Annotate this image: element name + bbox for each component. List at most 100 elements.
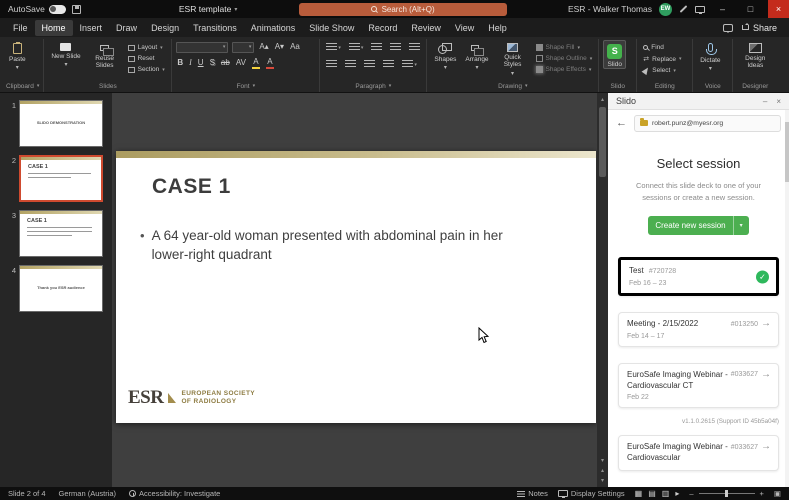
open-session-arrow-icon[interactable]: →	[761, 369, 771, 380]
align-right-button[interactable]	[362, 59, 377, 69]
scrollbar-thumb[interactable]	[599, 107, 606, 177]
select-button[interactable]: Select ▾	[641, 65, 683, 76]
panel-scrollbar[interactable]	[785, 110, 789, 487]
section-button[interactable]: Section ▾	[126, 65, 167, 74]
panel-minimize-icon[interactable]: –	[763, 97, 767, 106]
menu-design[interactable]: Design	[144, 20, 186, 36]
font-color-button[interactable]: A	[265, 57, 275, 69]
avatar[interactable]: EW	[659, 2, 673, 16]
create-button-label[interactable]: Create new session	[648, 216, 732, 235]
share-button[interactable]: Share	[741, 23, 777, 33]
slide-sorter-button[interactable]: ▤	[648, 489, 656, 498]
increase-font-button[interactable]: A▴	[258, 43, 269, 51]
slideshow-button[interactable]: ▸	[675, 489, 679, 498]
indent-decrease-button[interactable]	[369, 42, 384, 52]
align-left-button[interactable]	[324, 59, 339, 69]
reading-view-button[interactable]: ▥	[662, 489, 670, 498]
panel-scrollbar-thumb[interactable]	[785, 122, 789, 182]
thumbnail-preview[interactable]: SLIDO DEMONSTRATION	[19, 100, 103, 147]
dialog-launcher-icon[interactable]: ▾	[525, 83, 528, 89]
zoom-slider[interactable]	[698, 490, 755, 497]
menu-draw[interactable]: Draw	[109, 20, 144, 36]
italic-button[interactable]: I	[188, 59, 193, 67]
slide-title[interactable]: CASE 1	[152, 175, 231, 199]
thumbnail-preview[interactable]: Thank you ESR audience	[19, 265, 103, 312]
user-name[interactable]: ESR - Walker Thomas	[568, 4, 652, 14]
account-selector[interactable]: robert.punz@myesr.org	[634, 114, 781, 132]
character-spacing-button[interactable]: AV	[235, 59, 247, 67]
font-size-select[interactable]: ▾	[232, 41, 255, 53]
panel-close-icon[interactable]: ×	[776, 97, 781, 106]
menu-review[interactable]: Review	[404, 20, 448, 36]
scroll-up-icon[interactable]: ▴	[601, 95, 604, 104]
accessibility-status[interactable]: Accessibility: Investigate	[129, 489, 220, 498]
scroll-down-icon[interactable]: ▾	[601, 456, 604, 465]
session-card-meeting[interactable]: Meeting - 2/15/2022 Feb 14 – 17 #013250 …	[618, 312, 779, 347]
zoom-control[interactable]: – +	[689, 489, 764, 498]
paste-button[interactable]: Paste ▾	[6, 40, 29, 72]
toggle-switch-icon[interactable]	[48, 4, 66, 14]
document-title[interactable]: ESR template ▾	[179, 4, 237, 14]
language-indicator[interactable]: German (Austria)	[59, 489, 117, 498]
shape-effects-button[interactable]: Shape Effects ▾	[534, 65, 595, 74]
bullets-button[interactable]: ▾	[324, 42, 343, 52]
bullet-text[interactable]: A 64 year-old woman presented with abdom…	[152, 227, 536, 265]
design-ideas-button[interactable]: Design Ideas	[737, 40, 773, 70]
monitor-icon[interactable]	[695, 5, 706, 14]
minimize-button[interactable]: –	[712, 0, 733, 18]
align-center-button[interactable]	[343, 59, 358, 69]
quick-styles-button[interactable]: Quick Styles ▾	[495, 40, 531, 78]
dialog-launcher-icon[interactable]: ▾	[253, 83, 256, 89]
highlight-color-button[interactable]: A	[251, 57, 261, 69]
zoom-out-button[interactable]: –	[689, 489, 693, 498]
open-session-arrow-icon[interactable]: →	[761, 442, 771, 452]
text-shadow-button[interactable]: S	[209, 59, 216, 67]
comments-icon[interactable]	[722, 23, 733, 33]
chevron-down-icon[interactable]: ▾	[732, 216, 749, 236]
shapes-button[interactable]: Shapes ▾	[431, 40, 459, 72]
thumbnail-slide-2[interactable]: 2 CASE 1	[0, 155, 108, 202]
change-case-button[interactable]: Aa	[289, 43, 301, 51]
numbering-button[interactable]: ▾	[347, 42, 366, 52]
close-button[interactable]: ×	[768, 0, 789, 18]
session-card-eurosafe-1[interactable]: EuroSafe Imaging Webinar - Cardiovascula…	[618, 362, 779, 409]
dialog-launcher-icon[interactable]: ▾	[37, 83, 40, 89]
autosave-toggle[interactable]: AutoSave	[8, 4, 66, 14]
slido-button[interactable]: S Slido	[603, 40, 627, 70]
slide-indicator[interactable]: Slide 2 of 4	[8, 489, 46, 498]
bold-button[interactable]: B	[176, 59, 184, 67]
slide-body-text[interactable]: • A 64 year-old woman presented with abd…	[140, 227, 536, 265]
restore-button[interactable]: □	[740, 0, 761, 18]
dictate-button[interactable]: Dictate ▾	[697, 40, 723, 73]
justify-button[interactable]	[381, 59, 396, 69]
slide-canvas[interactable]: CASE 1 • A 64 year-old woman presented w…	[112, 93, 608, 487]
columns-button[interactable]: ▾	[400, 59, 419, 69]
zoom-slider-knob[interactable]	[724, 490, 728, 497]
session-card-test[interactable]: Test #720728 Feb 16 – 23 ✓	[618, 257, 779, 297]
menu-insert[interactable]: Insert	[73, 20, 110, 36]
underline-button[interactable]: U	[197, 59, 205, 67]
session-card-eurosafe-2[interactable]: EuroSafe Imaging Webinar - Cardiovascula…	[618, 435, 779, 472]
open-session-arrow-icon[interactable]: →	[761, 319, 771, 329]
save-icon[interactable]	[71, 4, 81, 14]
new-slide-button[interactable]: New Slide ▾	[48, 40, 83, 69]
strikethrough-button[interactable]: ab	[220, 59, 231, 67]
layout-button[interactable]: Layout ▾	[126, 43, 167, 52]
display-settings-button[interactable]: Display Settings	[557, 489, 625, 498]
menu-help[interactable]: Help	[481, 20, 514, 36]
thumbnail-slide-4[interactable]: 4 Thank you ESR audience	[0, 265, 108, 312]
fit-slide-button[interactable]: ▣	[774, 489, 781, 498]
dialog-launcher-icon[interactable]: ▾	[389, 83, 392, 89]
menu-transitions[interactable]: Transitions	[186, 20, 244, 36]
previous-slide-button[interactable]: ▴	[601, 466, 604, 475]
line-spacing-button[interactable]	[407, 42, 422, 52]
shape-outline-button[interactable]: Shape Outline ▾	[534, 54, 595, 63]
indent-increase-button[interactable]	[388, 42, 403, 52]
shape-fill-button[interactable]: Shape Fill ▾	[534, 43, 595, 52]
font-name-select[interactable]: ▾	[176, 41, 229, 53]
menu-animations[interactable]: Animations	[244, 20, 303, 36]
menu-home[interactable]: Home	[34, 19, 73, 36]
menu-file[interactable]: File	[6, 20, 35, 36]
current-slide[interactable]: CASE 1 • A 64 year-old woman presented w…	[116, 151, 596, 423]
normal-view-button[interactable]: ▦	[635, 489, 643, 498]
